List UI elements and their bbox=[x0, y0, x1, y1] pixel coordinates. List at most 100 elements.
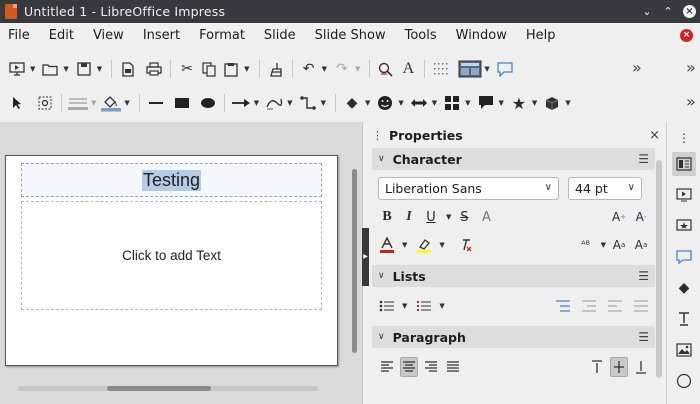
slide-title-text[interactable]: Testing bbox=[141, 169, 202, 191]
chevron-down-icon[interactable]: ▼ bbox=[402, 241, 407, 249]
menu-tools[interactable]: Tools bbox=[405, 28, 437, 43]
fill-color-icon[interactable] bbox=[100, 92, 122, 114]
menu-format[interactable]: Format bbox=[199, 28, 245, 43]
font-size-combobox[interactable]: 44 pt ∨ bbox=[568, 177, 642, 200]
chevron-down-icon[interactable]: ▼ bbox=[532, 99, 537, 107]
properties-deck-icon[interactable] bbox=[672, 152, 696, 176]
menu-view[interactable]: View bbox=[93, 28, 124, 43]
line-icon[interactable] bbox=[145, 92, 167, 114]
comment-icon[interactable] bbox=[494, 58, 516, 80]
more-options-icon[interactable]: » bbox=[632, 58, 642, 77]
menu-window[interactable]: Window bbox=[456, 28, 507, 43]
navigator-icon[interactable] bbox=[672, 369, 696, 393]
paragraph-section-header[interactable]: ∨ Paragraph ☰ bbox=[372, 326, 655, 348]
section-menu-icon[interactable]: ☰ bbox=[638, 330, 649, 344]
outline-format-icon[interactable] bbox=[554, 296, 572, 316]
justify-icon[interactable] bbox=[444, 357, 462, 377]
chevron-down-icon[interactable]: ▼ bbox=[465, 99, 470, 107]
align-left-icon[interactable] bbox=[378, 357, 396, 377]
3d-objects-icon[interactable] bbox=[541, 92, 563, 114]
chevron-down-icon[interactable]: ▼ bbox=[355, 65, 360, 73]
styles-icon[interactable] bbox=[672, 307, 696, 331]
increase-font-size-icon[interactable]: A + bbox=[610, 207, 628, 227]
rectangle-icon[interactable] bbox=[171, 92, 193, 114]
content-placeholder[interactable]: Click to add Text bbox=[21, 201, 322, 310]
stars-icon[interactable]: ★ bbox=[508, 92, 530, 114]
copy-icon[interactable] bbox=[198, 58, 220, 80]
close-window-icon[interactable]: × bbox=[683, 5, 696, 18]
chevron-down-icon[interactable]: ▼ bbox=[244, 65, 249, 73]
sidebar-collapse-handle[interactable]: ▶ bbox=[362, 228, 369, 286]
align-right-icon[interactable] bbox=[422, 357, 440, 377]
flowchart-icon[interactable] bbox=[441, 92, 463, 114]
spelling-icon[interactable]: A bbox=[397, 58, 419, 80]
display-views-icon[interactable] bbox=[458, 58, 482, 80]
demote-icon[interactable] bbox=[580, 296, 598, 316]
chevron-down-icon[interactable]: ∨ bbox=[378, 271, 385, 281]
chevron-down-icon[interactable]: ▼ bbox=[446, 213, 451, 221]
chevron-down-icon[interactable]: ▼ bbox=[439, 302, 444, 310]
font-color-icon[interactable] bbox=[378, 235, 396, 255]
undo-icon[interactable]: ↶ bbox=[298, 58, 320, 80]
menu-slide-show[interactable]: Slide Show bbox=[315, 28, 386, 43]
section-menu-icon[interactable]: ☰ bbox=[638, 152, 649, 166]
basic-shapes-icon[interactable]: ◆ bbox=[341, 92, 363, 114]
chevron-down-icon[interactable]: ▼ bbox=[124, 99, 129, 107]
chevron-down-icon[interactable]: ▼ bbox=[398, 99, 403, 107]
ellipse-icon[interactable] bbox=[197, 92, 219, 114]
chevron-down-icon[interactable]: ▼ bbox=[322, 65, 327, 73]
sidebar-menu-icon[interactable]: ⋮ bbox=[672, 126, 696, 150]
curve-icon[interactable] bbox=[263, 92, 285, 114]
select-icon[interactable] bbox=[6, 92, 28, 114]
underline-icon[interactable]: U bbox=[422, 207, 440, 227]
chevron-down-icon[interactable]: ▼ bbox=[365, 99, 370, 107]
menu-edit[interactable]: Edit bbox=[49, 28, 74, 43]
lists-section-header[interactable]: ∨ Lists ☰ bbox=[372, 265, 655, 287]
line-color-icon[interactable] bbox=[67, 92, 89, 114]
character-section-header[interactable]: ∨ Character ☰ bbox=[372, 148, 655, 170]
gallery-icon[interactable] bbox=[672, 338, 696, 362]
slide-editor[interactable]: Testing Click to add Text bbox=[0, 122, 362, 404]
font-name-combobox[interactable]: Liberation Sans ∨ bbox=[378, 177, 559, 200]
more-toolbars-icon[interactable]: » bbox=[686, 92, 696, 111]
close-panel-icon[interactable]: × bbox=[649, 128, 660, 143]
align-middle-icon[interactable] bbox=[610, 357, 628, 377]
title-placeholder[interactable]: Testing bbox=[21, 163, 322, 197]
close-document-icon[interactable]: × bbox=[680, 29, 693, 42]
find-replace-icon[interactable] bbox=[375, 58, 397, 80]
slide-canvas[interactable]: Testing Click to add Text bbox=[5, 155, 338, 366]
italic-icon[interactable]: I bbox=[400, 207, 418, 227]
align-bottom-icon[interactable] bbox=[632, 357, 650, 377]
drag-handle-icon[interactable]: ⋮ bbox=[372, 129, 383, 142]
collapse-window-icon[interactable]: ⌄ bbox=[641, 5, 653, 18]
decrease-font-size-icon[interactable]: A- bbox=[632, 207, 650, 227]
chevron-down-icon[interactable]: ▼ bbox=[439, 241, 444, 249]
vertical-scrollbar[interactable] bbox=[352, 169, 357, 353]
highlight-color-icon[interactable] bbox=[415, 235, 433, 255]
connector-icon[interactable] bbox=[297, 92, 319, 114]
unordered-list-icon[interactable] bbox=[378, 296, 396, 316]
clear-formatting-icon[interactable] bbox=[457, 235, 475, 255]
export-pdf-icon[interactable] bbox=[117, 58, 139, 80]
block-arrows-icon[interactable] bbox=[408, 92, 430, 114]
strikethrough-icon[interactable]: S bbox=[455, 207, 473, 227]
zoom-pan-icon[interactable] bbox=[34, 92, 56, 114]
clone-formatting-icon[interactable] bbox=[265, 58, 287, 80]
bold-icon[interactable]: B bbox=[378, 207, 396, 227]
slide-transition-icon[interactable] bbox=[672, 183, 696, 207]
superscript-icon[interactable]: Aa bbox=[610, 235, 628, 255]
redo-icon[interactable]: ↷ bbox=[331, 58, 353, 80]
ordered-list-icon[interactable] bbox=[415, 296, 433, 316]
chevron-down-icon[interactable]: ▼ bbox=[254, 99, 259, 107]
character-spacing-icon[interactable]: ᴬᴮ bbox=[577, 235, 595, 255]
chevron-down-icon[interactable]: ▼ bbox=[565, 99, 570, 107]
menu-insert[interactable]: Insert bbox=[143, 28, 180, 43]
promote-icon[interactable] bbox=[606, 296, 624, 316]
menu-slide[interactable]: Slide bbox=[264, 28, 296, 43]
move-down-icon[interactable] bbox=[632, 296, 650, 316]
align-top-icon[interactable] bbox=[588, 357, 606, 377]
chevron-down-icon[interactable]: ▼ bbox=[30, 65, 35, 73]
panel-scrollbar[interactable] bbox=[656, 160, 662, 378]
cut-icon[interactable]: ✂ bbox=[176, 58, 198, 80]
section-menu-icon[interactable]: ☰ bbox=[638, 269, 649, 283]
